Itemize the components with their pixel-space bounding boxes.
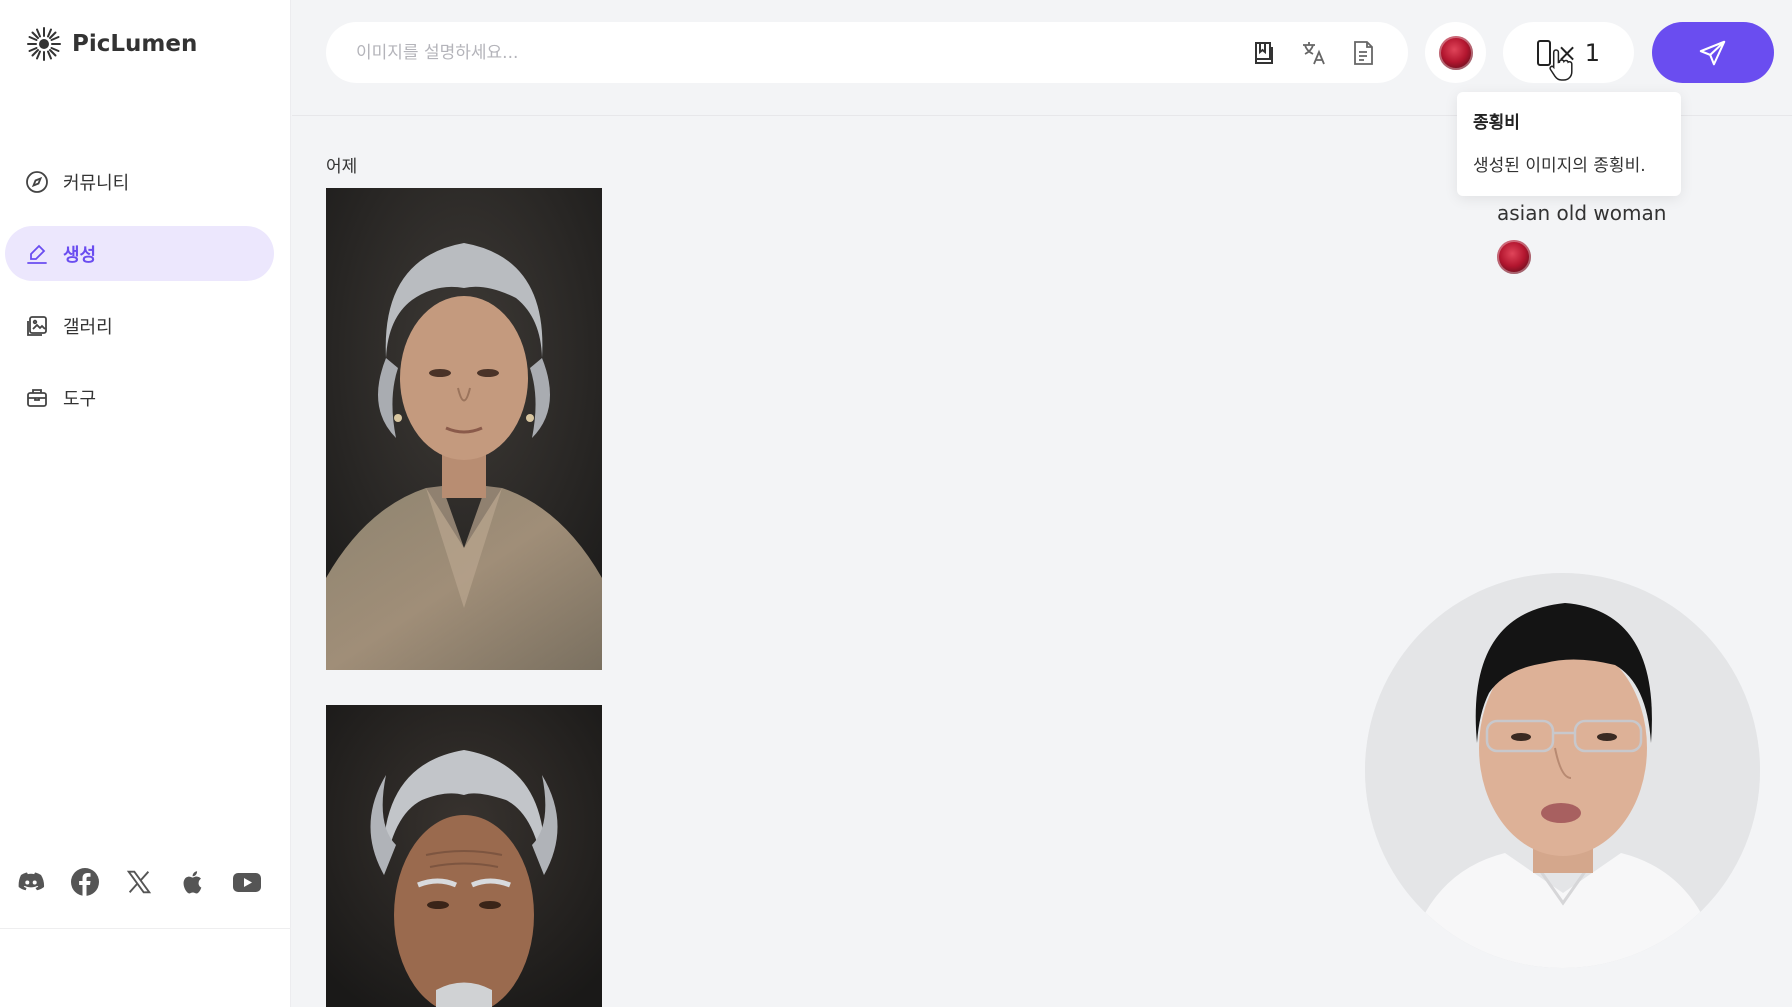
rose-avatar-icon bbox=[1438, 35, 1473, 70]
logo-sun-icon bbox=[27, 27, 61, 61]
sidebar-item-label: 갤러리 bbox=[63, 316, 113, 338]
sidebar-divider bbox=[0, 928, 291, 929]
webcam-overlay bbox=[1365, 573, 1760, 968]
sidebar-item-label: 생성 bbox=[63, 244, 97, 266]
aspect-ratio-tooltip: 종횡비 생성된 이미지의 종횡비. bbox=[1457, 92, 1681, 196]
facebook-icon[interactable] bbox=[68, 865, 101, 898]
prompt-style-avatar bbox=[1497, 240, 1531, 274]
generated-image[interactable] bbox=[326, 188, 602, 670]
discord-icon[interactable] bbox=[14, 865, 47, 898]
prompt-input[interactable] bbox=[356, 42, 1236, 63]
prompt-library-icon[interactable] bbox=[1248, 37, 1280, 69]
generated-image[interactable] bbox=[326, 705, 602, 1007]
gallery-icon bbox=[25, 314, 49, 338]
tooltip-title: 종횡비 bbox=[1473, 113, 1520, 133]
send-icon bbox=[1699, 40, 1726, 65]
logo-text: PicLumen bbox=[72, 31, 198, 57]
logo[interactable]: PicLumen bbox=[26, 26, 197, 62]
prompt-bar bbox=[326, 22, 1408, 83]
sidebar-item-gallery[interactable]: 갤러리 bbox=[5, 298, 274, 353]
social-links bbox=[14, 865, 263, 898]
rose-avatar-icon bbox=[1497, 240, 1531, 274]
date-group-label: 어제 bbox=[326, 157, 358, 177]
sidebar-item-label: 도구 bbox=[63, 388, 97, 410]
sidebar-item-label: 커뮤니티 bbox=[63, 172, 130, 194]
x-icon[interactable] bbox=[122, 865, 155, 898]
pointer-hand-icon bbox=[1549, 49, 1573, 81]
style-model-button[interactable] bbox=[1425, 22, 1486, 83]
prompt-text: asian old woman bbox=[1497, 201, 1667, 225]
tooltip-description: 생성된 이미지의 종횡비. bbox=[1473, 156, 1646, 176]
compass-icon bbox=[25, 170, 49, 194]
sidebar-item-create[interactable]: 생성 bbox=[5, 226, 274, 281]
apple-icon[interactable] bbox=[176, 865, 209, 898]
sidebar: PicLumen 커뮤니티 생성 갤러리 도구 bbox=[0, 0, 291, 1007]
sidebar-nav: 커뮤니티 생성 갤러리 도구 bbox=[5, 154, 274, 442]
toolbox-icon bbox=[25, 386, 49, 410]
pen-icon bbox=[25, 242, 49, 266]
sidebar-item-community[interactable]: 커뮤니티 bbox=[5, 154, 274, 209]
document-icon[interactable] bbox=[1348, 37, 1380, 69]
youtube-icon[interactable] bbox=[230, 865, 263, 898]
generate-button[interactable] bbox=[1652, 22, 1774, 83]
sidebar-item-tools[interactable]: 도구 bbox=[5, 370, 274, 425]
translate-icon[interactable] bbox=[1298, 37, 1330, 69]
